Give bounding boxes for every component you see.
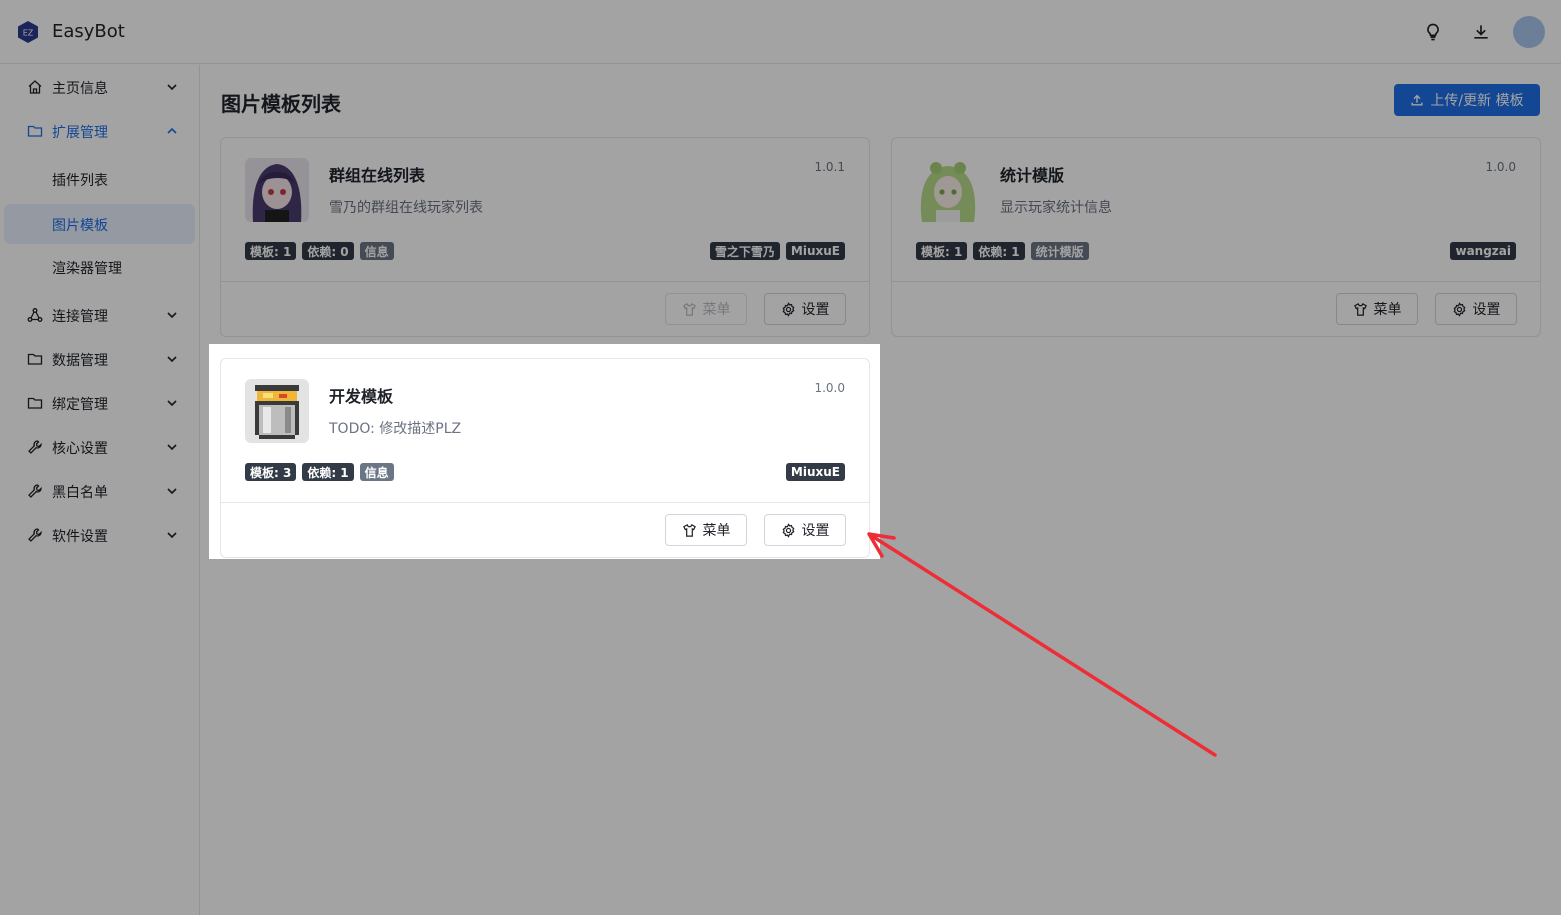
dim-overlay <box>0 0 1561 344</box>
dim-overlay <box>0 344 209 559</box>
tag-dependency-count: 依赖: 1 <box>302 463 354 481</box>
template-version: 1.0.0 <box>814 381 845 395</box>
dim-overlay <box>0 559 1561 915</box>
template-thumbnail <box>245 379 309 443</box>
card-divider <box>221 502 869 503</box>
template-name: 开发模板 <box>329 387 394 406</box>
tag-author: MiuxuE <box>785 463 845 481</box>
template-card-highlighted: 开发模板 TODO: 修改描述PLZ 1.0.0 模板: 3 依赖: 1 信息 … <box>220 358 870 558</box>
shirt-icon <box>682 523 696 537</box>
settings-button[interactable]: 设置 <box>764 514 846 546</box>
menu-button[interactable]: 菜单 <box>665 514 747 546</box>
tag-template-count: 模板: 3 <box>245 463 297 481</box>
template-description: TODO: 修改描述PLZ <box>329 421 462 437</box>
tag-info: 信息 <box>359 463 394 481</box>
dim-overlay <box>880 344 1561 559</box>
gear-icon <box>782 522 794 538</box>
